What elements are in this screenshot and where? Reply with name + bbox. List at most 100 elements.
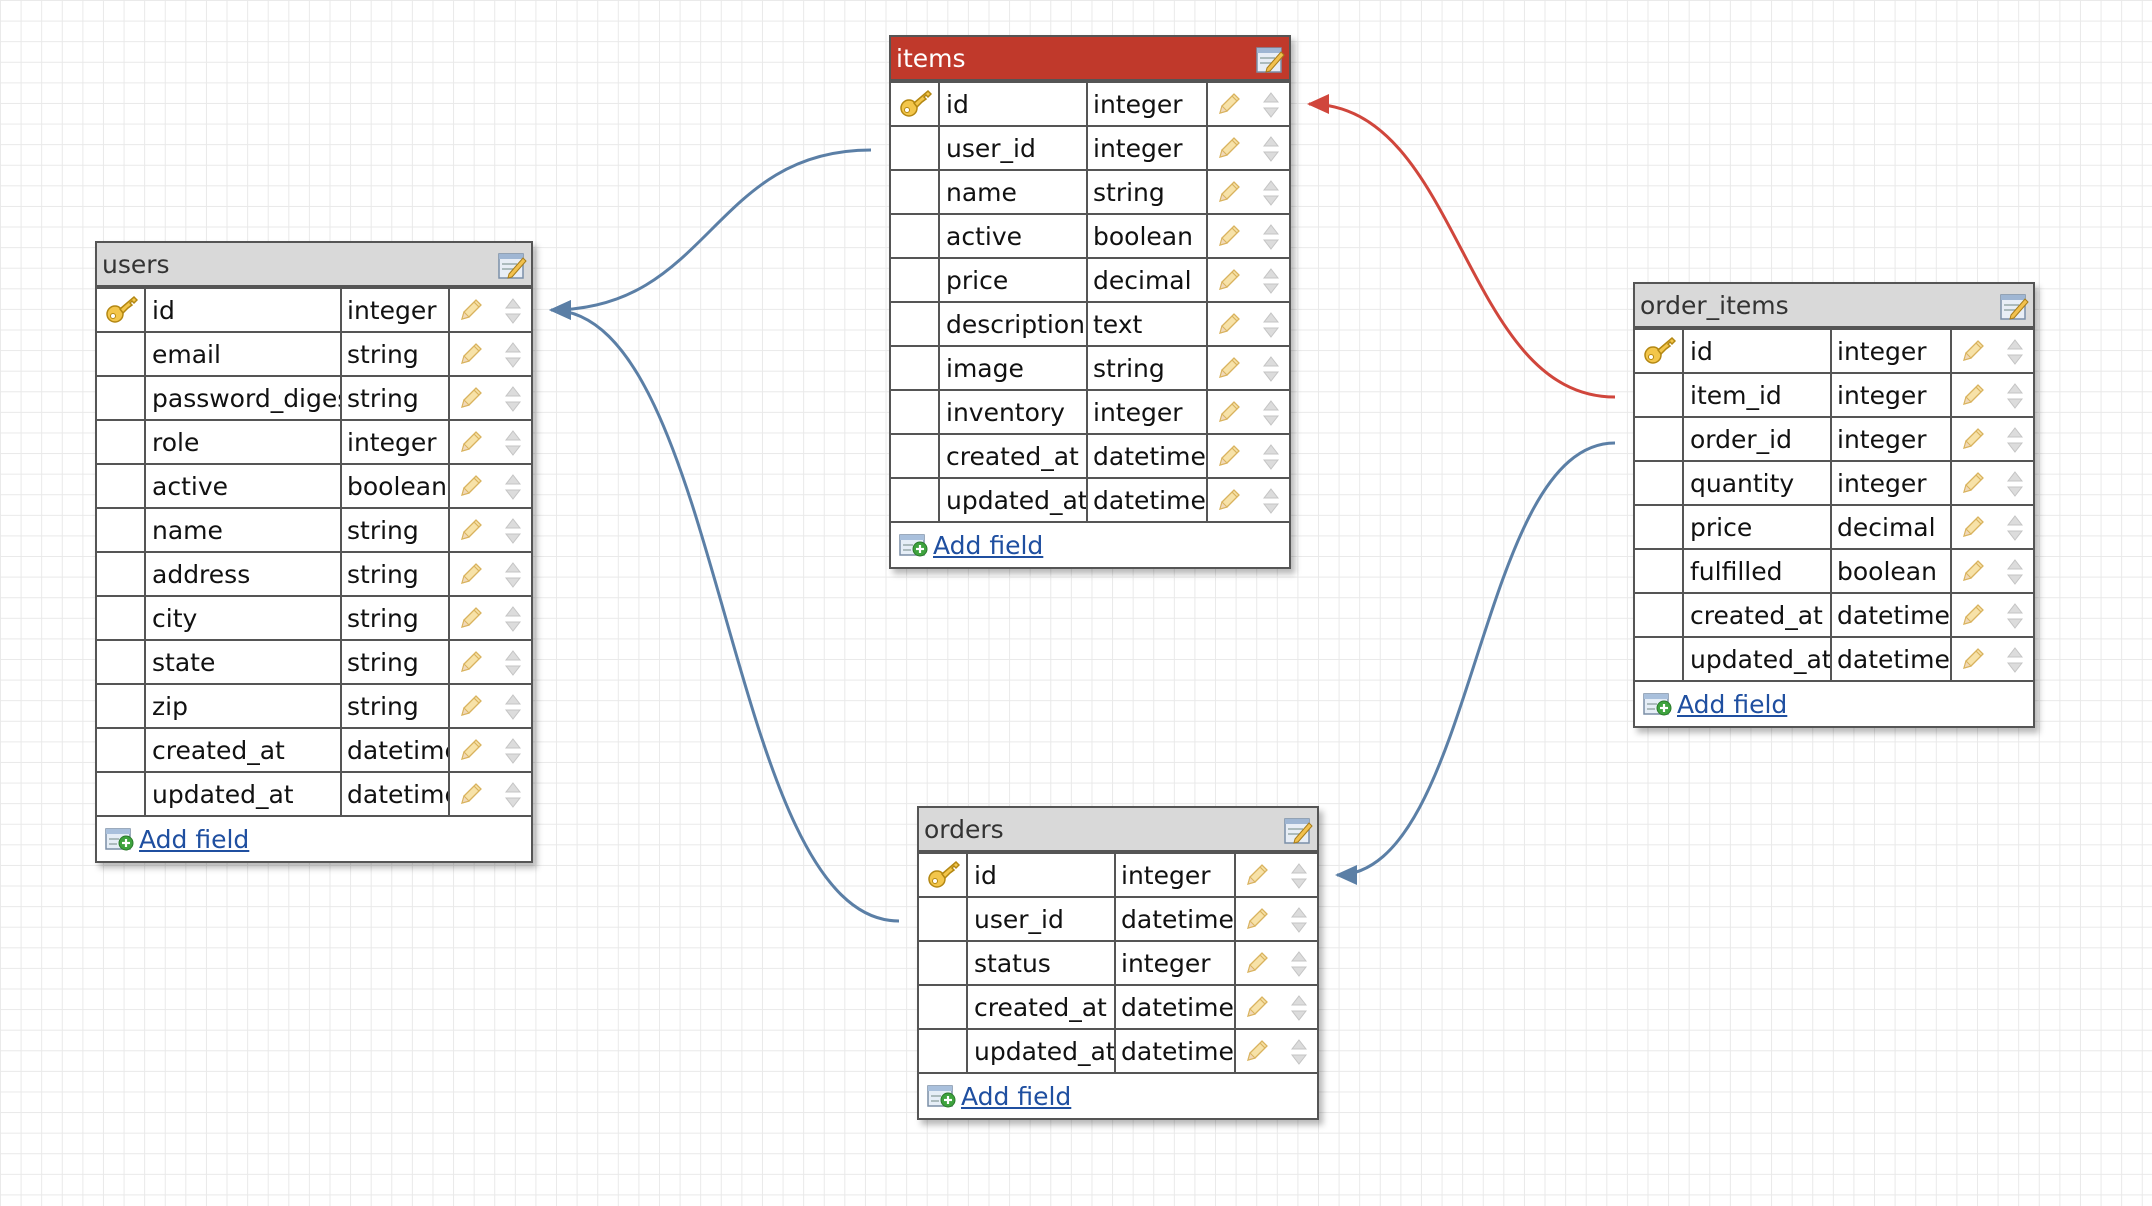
field-type[interactable]: datetime [1114,984,1236,1030]
move-handle-icon[interactable] [2006,338,2024,366]
field-row[interactable]: created_at datetime [97,727,531,773]
field-name[interactable]: state [144,639,342,685]
move-handle-icon[interactable] [2006,514,2024,542]
field-row[interactable]: email string [97,331,531,377]
field-row[interactable]: order_id integer [1635,416,2033,462]
field-type[interactable]: string [340,595,450,641]
field-name[interactable]: password_digest [144,375,342,421]
relation-line-order-items-items[interactable] [1308,102,1616,399]
pencil-icon[interactable] [458,649,484,675]
field-type[interactable]: string [340,683,450,729]
table-header[interactable]: orders [919,808,1317,852]
pencil-icon[interactable] [1960,338,1986,364]
pencil-icon[interactable] [1216,179,1242,205]
field-row[interactable]: user_id integer [891,125,1289,171]
field-row[interactable]: inventory integer [891,389,1289,435]
field-type[interactable]: integer [1830,460,1952,506]
move-handle-icon[interactable] [1262,91,1280,119]
table-orders[interactable]: orders id integer user_id datetime status i… [917,806,1319,1120]
move-handle-icon[interactable] [504,473,522,501]
add-field-link[interactable]: Add field [961,1082,1071,1111]
table-users[interactable]: users id integer email string password_dig… [95,241,533,863]
move-handle-icon[interactable] [2006,558,2024,586]
edit-table-icon[interactable] [1999,291,2029,321]
move-handle-icon[interactable] [1290,950,1308,978]
field-type[interactable]: integer [340,287,450,333]
field-name[interactable]: created_at [966,984,1116,1030]
field-name[interactable]: updated_at [144,771,342,817]
field-name[interactable]: price [938,257,1088,303]
move-handle-icon[interactable] [1262,223,1280,251]
pencil-icon[interactable] [1216,399,1242,425]
field-row[interactable]: role integer [97,419,531,465]
field-name[interactable]: price [1682,504,1832,550]
field-type[interactable]: boolean [340,463,450,509]
field-name[interactable]: created_at [1682,592,1832,638]
pencil-icon[interactable] [458,341,484,367]
pencil-icon[interactable] [1244,994,1270,1020]
pencil-icon[interactable] [1960,470,1986,496]
relation-line-items-users[interactable] [550,148,872,312]
field-name[interactable]: image [938,345,1088,391]
field-row[interactable]: zip string [97,683,531,729]
field-name[interactable]: active [938,213,1088,259]
field-row[interactable]: address string [97,551,531,597]
add-field-link[interactable]: Add field [1677,690,1787,719]
pencil-icon[interactable] [1216,311,1242,337]
move-handle-icon[interactable] [504,649,522,677]
field-row[interactable]: description text [891,301,1289,347]
field-type[interactable]: string [340,331,450,377]
field-row[interactable]: id integer [1635,328,2033,374]
field-name[interactable]: inventory [938,389,1088,435]
add-field-icon[interactable] [899,533,929,557]
move-handle-icon[interactable] [504,737,522,765]
field-type[interactable]: integer [1830,372,1952,418]
move-handle-icon[interactable] [2006,382,2024,410]
move-handle-icon[interactable] [1290,994,1308,1022]
move-handle-icon[interactable] [504,561,522,589]
move-handle-icon[interactable] [1262,311,1280,339]
field-row[interactable]: created_at datetime [1635,592,2033,638]
move-handle-icon[interactable] [2006,426,2024,454]
field-row[interactable]: status integer [919,940,1317,986]
edit-table-icon[interactable] [1255,44,1285,74]
move-handle-icon[interactable] [504,385,522,413]
field-row[interactable]: created_at datetime [919,984,1317,1030]
table-header[interactable]: items [891,37,1289,81]
field-name[interactable]: zip [144,683,342,729]
field-name[interactable]: description [938,301,1088,347]
pencil-icon[interactable] [458,737,484,763]
move-handle-icon[interactable] [504,605,522,633]
move-handle-icon[interactable] [1262,179,1280,207]
field-name[interactable]: item_id [1682,372,1832,418]
field-name[interactable]: status [966,940,1116,986]
field-type[interactable]: decimal [1086,257,1208,303]
field-row[interactable]: id integer [919,852,1317,898]
pencil-icon[interactable] [1960,382,1986,408]
field-row[interactable]: updated_at datetime [891,477,1289,523]
field-name[interactable]: updated_at [1682,636,1832,682]
move-handle-icon[interactable] [504,693,522,721]
field-type[interactable]: string [340,507,450,553]
schema-canvas[interactable]: users id integer email string password_dig… [0,0,2152,1206]
field-name[interactable]: user_id [938,125,1088,171]
field-name[interactable]: created_at [144,727,342,773]
field-name[interactable]: address [144,551,342,597]
pencil-icon[interactable] [1216,487,1242,513]
field-name[interactable]: id [938,81,1088,127]
pencil-icon[interactable] [1960,514,1986,540]
field-type[interactable]: string [340,551,450,597]
field-type[interactable]: integer [1114,852,1236,898]
edit-table-icon[interactable] [1283,815,1313,845]
field-type[interactable]: decimal [1830,504,1952,550]
field-name[interactable]: active [144,463,342,509]
field-name[interactable]: id [966,852,1116,898]
move-handle-icon[interactable] [1262,267,1280,295]
pencil-icon[interactable] [1244,906,1270,932]
field-name[interactable]: email [144,331,342,377]
field-type[interactable]: integer [1114,940,1236,986]
field-row[interactable]: quantity integer [1635,460,2033,506]
field-type[interactable]: integer [1086,81,1208,127]
field-type[interactable]: string [1086,345,1208,391]
field-row[interactable]: password_digest string [97,375,531,421]
